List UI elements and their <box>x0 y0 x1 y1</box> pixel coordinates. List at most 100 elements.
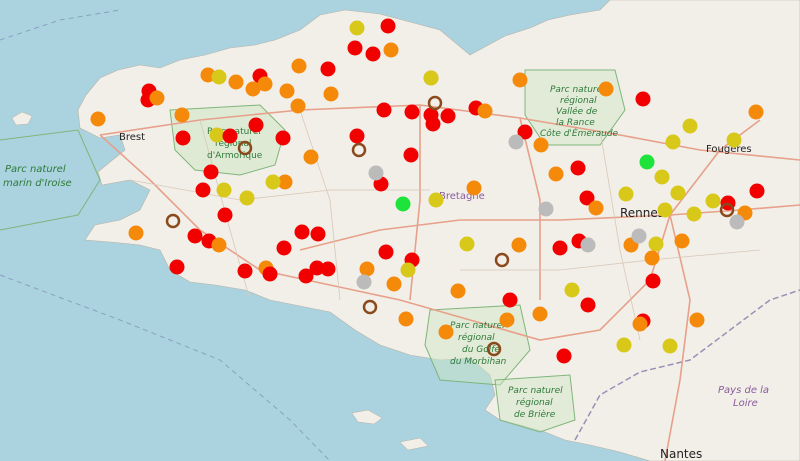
station-marker[interactable] <box>175 130 191 146</box>
station-marker[interactable] <box>228 74 244 90</box>
station-marker[interactable] <box>674 233 690 249</box>
station-marker[interactable] <box>398 311 414 327</box>
station-marker[interactable] <box>395 196 411 212</box>
station-marker[interactable] <box>303 149 319 165</box>
station-marker[interactable] <box>216 182 232 198</box>
station-marker[interactable] <box>570 160 586 176</box>
station-marker[interactable] <box>598 81 614 97</box>
station-marker[interactable] <box>349 20 365 36</box>
station-marker[interactable] <box>552 240 568 256</box>
station-marker[interactable] <box>376 102 392 118</box>
station-marker[interactable] <box>347 40 363 56</box>
station-marker[interactable] <box>588 200 604 216</box>
station-marker[interactable] <box>639 154 655 170</box>
station-marker[interactable] <box>365 46 381 62</box>
station-marker[interactable] <box>195 182 211 198</box>
station-marker[interactable] <box>564 282 580 298</box>
station-marker[interactable] <box>248 117 264 133</box>
station-marker[interactable] <box>548 166 564 182</box>
station-marker[interactable] <box>705 193 721 209</box>
station-marker[interactable] <box>291 58 307 74</box>
station-marker[interactable] <box>211 69 227 85</box>
station-marker[interactable] <box>618 186 634 202</box>
station-marker-ring[interactable] <box>486 341 502 357</box>
station-marker[interactable] <box>404 104 420 120</box>
station-marker[interactable] <box>450 283 466 299</box>
station-marker[interactable] <box>511 237 527 253</box>
station-marker[interactable] <box>726 132 742 148</box>
station-marker[interactable] <box>533 137 549 153</box>
map-canvas[interactable]: Brest Rennes Fougères Nantes Bretagne Pa… <box>0 0 800 461</box>
station-marker[interactable] <box>665 134 681 150</box>
station-marker[interactable] <box>425 116 441 132</box>
station-marker[interactable] <box>359 261 375 277</box>
station-marker-ring[interactable] <box>351 142 367 158</box>
station-marker[interactable] <box>378 244 394 260</box>
station-marker[interactable] <box>440 108 456 124</box>
station-marker[interactable] <box>502 292 518 308</box>
station-marker[interactable] <box>211 237 227 253</box>
station-marker[interactable] <box>499 312 515 328</box>
station-marker[interactable] <box>635 91 651 107</box>
station-marker[interactable] <box>217 207 233 223</box>
station-marker[interactable] <box>265 174 281 190</box>
station-marker[interactable] <box>748 104 764 120</box>
station-marker[interactable] <box>466 180 482 196</box>
station-marker[interactable] <box>538 201 554 217</box>
station-marker[interactable] <box>423 70 439 86</box>
station-marker[interactable] <box>320 261 336 277</box>
station-marker[interactable] <box>276 240 292 256</box>
station-marker[interactable] <box>459 236 475 252</box>
station-marker[interactable] <box>245 81 261 97</box>
station-marker[interactable] <box>477 103 493 119</box>
station-marker[interactable] <box>203 164 219 180</box>
station-marker[interactable] <box>654 169 670 185</box>
station-marker[interactable] <box>686 206 702 222</box>
station-marker[interactable] <box>239 190 255 206</box>
station-marker[interactable] <box>262 266 278 282</box>
station-marker[interactable] <box>149 90 165 106</box>
station-marker-ring[interactable] <box>494 252 510 268</box>
station-marker[interactable] <box>169 259 185 275</box>
station-marker[interactable] <box>174 107 190 123</box>
station-marker[interactable] <box>380 18 396 34</box>
station-marker[interactable] <box>580 297 596 313</box>
station-marker[interactable] <box>556 348 572 364</box>
station-marker[interactable] <box>209 127 225 143</box>
station-marker[interactable] <box>512 72 528 88</box>
station-marker[interactable] <box>729 214 745 230</box>
station-marker[interactable] <box>662 338 678 354</box>
station-marker-ring[interactable] <box>165 213 181 229</box>
station-marker[interactable] <box>580 237 596 253</box>
station-marker[interactable] <box>294 224 310 240</box>
station-marker[interactable] <box>631 228 647 244</box>
station-marker[interactable] <box>657 202 673 218</box>
station-marker[interactable] <box>428 192 444 208</box>
station-marker[interactable] <box>682 118 698 134</box>
station-marker[interactable] <box>237 263 253 279</box>
station-marker[interactable] <box>279 83 295 99</box>
station-marker[interactable] <box>749 183 765 199</box>
station-marker[interactable] <box>90 111 106 127</box>
station-marker[interactable] <box>616 337 632 353</box>
station-marker-ring[interactable] <box>427 95 443 111</box>
station-marker[interactable] <box>438 324 454 340</box>
station-marker[interactable] <box>128 225 144 241</box>
station-marker[interactable] <box>383 42 399 58</box>
station-marker[interactable] <box>275 130 291 146</box>
station-marker[interactable] <box>644 250 660 266</box>
station-marker[interactable] <box>349 128 365 144</box>
station-marker[interactable] <box>290 98 306 114</box>
station-marker[interactable] <box>356 274 372 290</box>
station-marker[interactable] <box>187 228 203 244</box>
station-marker-ring[interactable] <box>237 140 253 156</box>
station-marker[interactable] <box>532 306 548 322</box>
station-marker[interactable] <box>648 236 664 252</box>
station-marker[interactable] <box>386 276 402 292</box>
station-marker[interactable] <box>310 226 326 242</box>
station-marker[interactable] <box>508 134 524 150</box>
station-marker[interactable] <box>368 165 384 181</box>
station-marker[interactable] <box>670 185 686 201</box>
station-marker[interactable] <box>222 128 238 144</box>
station-marker[interactable] <box>403 147 419 163</box>
